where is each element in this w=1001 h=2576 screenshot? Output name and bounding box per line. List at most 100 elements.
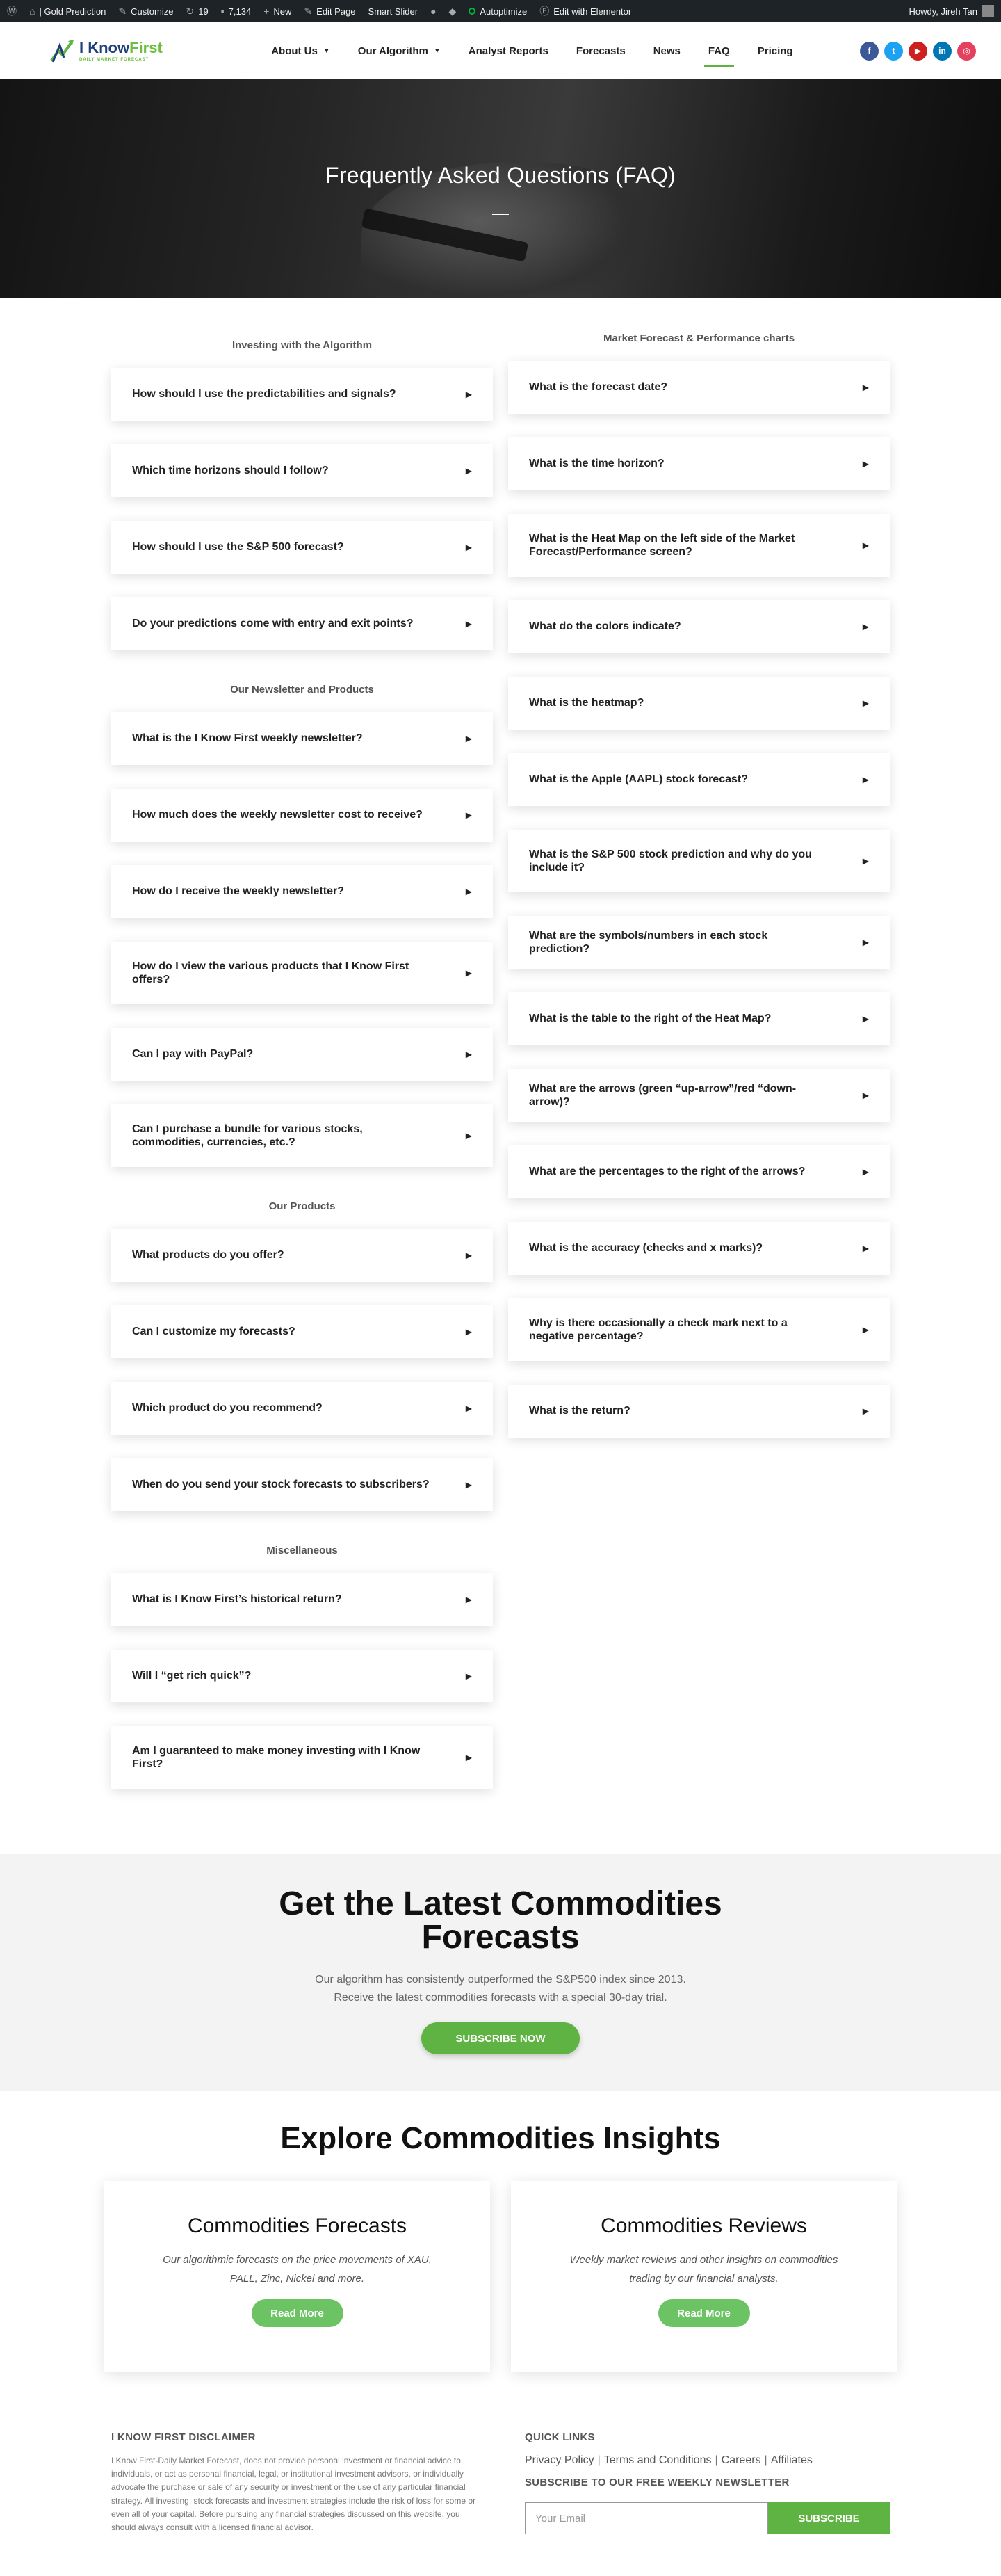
caret-right-icon: ▶	[862, 1325, 869, 1335]
read-more-reviews-button[interactable]: Read More	[658, 2299, 750, 2327]
faq-question: What is the time horizon?	[529, 458, 665, 470]
nav-item-news[interactable]: News	[653, 22, 681, 79]
disclaimer-text: I Know First-Daily Market Forecast, does…	[111, 2456, 476, 2532]
email-field[interactable]: Your Email	[525, 2502, 768, 2534]
admin-shield-icon[interactable]: ◆	[449, 6, 457, 17]
caret-right-icon: ▶	[465, 466, 472, 476]
faq-item[interactable]: Do your predictions come with entry and …	[111, 597, 493, 650]
footer-link[interactable]: Terms and Conditions	[604, 2454, 712, 2467]
nav-item-our-algorithm[interactable]: Our Algorithm ▼	[358, 22, 441, 79]
admin-site-link[interactable]: ⌂ | Gold Prediction	[29, 6, 106, 17]
faq-question: What is the Heat Map on the left side of…	[529, 532, 795, 558]
faq-item[interactable]: What is the I Know First weekly newslett…	[111, 712, 493, 765]
card-text: Weekly market reviews and other insights…	[569, 2254, 838, 2285]
admin-account[interactable]: Howdy, Jireh Tan	[909, 5, 994, 17]
nav-item-analyst-reports[interactable]: Analyst Reports	[469, 22, 548, 79]
faq-item[interactable]: What is the Apple (AAPL) stock forecast?…	[508, 753, 890, 806]
faq-item[interactable]: How do I receive the weekly newsletter? ▶	[111, 865, 493, 918]
linkedin-icon[interactable]: in	[932, 41, 952, 61]
faq-question: How do I view the various products that …	[132, 960, 409, 985]
quick-links: QUICK LINKS Privacy Policy | Terms and Con…	[525, 2431, 890, 2534]
youtube-icon[interactable]: ▶	[908, 41, 927, 61]
read-more-forecasts-button[interactable]: Read More	[251, 2299, 343, 2327]
faq-item[interactable]: What are the arrows (green “up-arrow”/re…	[508, 1069, 890, 1122]
admin-edit-page[interactable]: ✎ Edit Page	[304, 6, 355, 17]
faq-item[interactable]: How should I use the S&P 500 forecast? ▶	[111, 521, 493, 574]
instagram-icon[interactable]: ◎	[957, 41, 976, 61]
faq-item[interactable]: Can I purchase a bundle for various stoc…	[111, 1104, 493, 1167]
caret-right-icon: ▶	[465, 1403, 472, 1413]
admin-comments[interactable]: ▪ 7,134	[221, 6, 252, 17]
nav-item-label: Analyst Reports	[468, 45, 548, 57]
nav-item-forecasts[interactable]: Forecasts	[576, 22, 626, 79]
nav-item-about-us[interactable]: About Us ▼	[271, 22, 330, 79]
faq-item[interactable]: What is the heatmap? ▶	[508, 677, 890, 730]
footer-link[interactable]: Careers	[722, 2454, 761, 2467]
site-header: I KnowFirst DAILY MARKET FORECAST About …	[0, 22, 1001, 79]
caret-right-icon: ▶	[465, 1250, 472, 1260]
faq-item[interactable]: When do you send your stock forecasts to…	[111, 1458, 493, 1511]
faq-item[interactable]: Which product do you recommend? ▶	[111, 1382, 493, 1435]
faq-item[interactable]: What are the percentages to the right of…	[508, 1145, 890, 1198]
nav-item-pricing[interactable]: Pricing	[758, 22, 793, 79]
faq-item[interactable]: What do the colors indicate? ▶	[508, 600, 890, 653]
admin-smart-slider[interactable]: Smart Slider	[368, 6, 418, 17]
faq-item[interactable]: What is the Heat Map on the left side of…	[508, 514, 890, 577]
faq-item[interactable]: Can I pay with PayPal? ▶	[111, 1028, 493, 1081]
faq-item[interactable]: How should I use the predictabilities an…	[111, 368, 493, 421]
admin-new[interactable]: + New	[263, 6, 291, 17]
admin-gear-icon[interactable]: ●	[430, 6, 436, 17]
admin-customize[interactable]: ✎ Customize	[118, 6, 173, 17]
faq-question: When do you send your stock forecasts to…	[132, 1479, 430, 1491]
disclaimer-title: I KNOW FIRST DISCLAIMER	[111, 2431, 256, 2443]
faq-item[interactable]: Can I customize my forecasts? ▶	[111, 1305, 493, 1358]
logo-text-know: Know	[88, 38, 130, 56]
subscribe-now-button[interactable]: SUBSCRIBE NOW	[421, 2022, 580, 2054]
facebook-icon[interactable]: f	[859, 41, 879, 61]
faq-item[interactable]: What is the time horizon? ▶	[508, 437, 890, 490]
faq-item[interactable]: How do I view the various products that …	[111, 942, 493, 1004]
plus-icon: +	[263, 6, 270, 17]
caret-right-icon: ▶	[465, 810, 472, 820]
footer-link[interactable]: Affiliates	[771, 2454, 813, 2467]
caret-right-icon: ▶	[465, 734, 472, 743]
faq-question: What are the arrows (green “up-arrow”/re…	[529, 1082, 797, 1108]
faq-category-title: Our Newsletter and Products	[230, 684, 374, 695]
admin-elementor[interactable]: Ⓔ Edit with Elementor	[539, 4, 631, 18]
faq-left-column: Investing with the Algorithm How should I…	[111, 332, 493, 1812]
faq-question: What is the heatmap?	[529, 697, 644, 709]
faq-item[interactable]: What are the symbols/numbers in each sto…	[508, 916, 890, 969]
faq-question: What products do you offer?	[132, 1249, 284, 1262]
elementor-icon: Ⓔ	[539, 6, 550, 17]
faq-item[interactable]: Why is there occasionally a check mark n…	[508, 1298, 890, 1361]
caret-right-icon: ▶	[465, 389, 472, 399]
faq-question: What is the forecast date?	[529, 381, 668, 394]
faq-item[interactable]: What is the return? ▶	[508, 1385, 890, 1438]
nav-item-faq[interactable]: FAQ	[703, 22, 734, 79]
admin-autoptimize[interactable]: Autoptimize	[469, 6, 527, 17]
faq-item[interactable]: What is the accuracy (checks and x marks…	[508, 1222, 890, 1275]
faq-right-column: Market Forecast & Performance charts What…	[508, 332, 890, 1812]
faq-item[interactable]: Am I guaranteed to make money investing …	[111, 1726, 493, 1789]
faq-question: Can I pay with PayPal?	[132, 1048, 254, 1061]
admin-updates[interactable]: ↻ 19	[186, 6, 209, 17]
title-divider	[492, 213, 509, 215]
faq-question: How should I use the S&P 500 forecast?	[132, 541, 344, 554]
faq-item[interactable]: What is the S&P 500 stock prediction and…	[508, 830, 890, 892]
footer-link[interactable]: Privacy Policy	[525, 2454, 594, 2467]
faq-item[interactable]: Which time horizons should I follow? ▶	[111, 444, 493, 497]
subscribe-button[interactable]: SUBSCRIBE	[768, 2502, 890, 2534]
twitter-icon[interactable]: t	[884, 41, 903, 61]
faq-item[interactable]: How much does the weekly newsletter cost…	[111, 789, 493, 842]
faq-item[interactable]: What is I Know First’s historical return…	[111, 1573, 493, 1626]
caret-right-icon: ▶	[465, 1671, 472, 1681]
site-logo[interactable]: I KnowFirst DAILY MARKET FORECAST	[49, 37, 163, 65]
faq-question: Which time horizons should I follow?	[132, 465, 329, 477]
social-links: f t ▶ in ◎	[859, 41, 976, 61]
faq-item[interactable]: What products do you offer? ▶	[111, 1229, 493, 1282]
faq-item[interactable]: What is the table to the right of the He…	[508, 992, 890, 1045]
wordpress-logo-icon[interactable]: Ⓦ	[7, 4, 17, 18]
quick-links-title: QUICK LINKS	[525, 2431, 595, 2443]
faq-item[interactable]: What is the forecast date? ▶	[508, 361, 890, 414]
faq-item[interactable]: Will I “get rich quick”? ▶	[111, 1650, 493, 1702]
